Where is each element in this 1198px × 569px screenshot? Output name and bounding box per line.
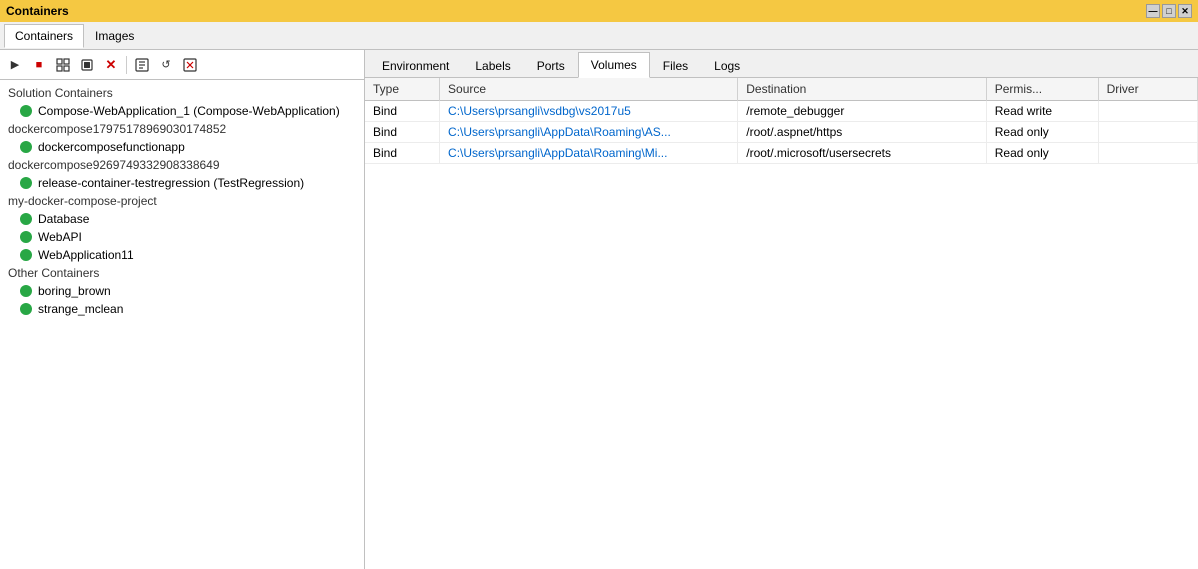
toolbar-sep-1 (126, 56, 127, 74)
tab-ports[interactable]: Ports (524, 52, 578, 78)
status-dot-database (20, 213, 32, 225)
detail-tabs: Environment Labels Ports Volumes Files L… (365, 50, 1198, 78)
cell-destination-2: /root/.microsoft/usersecrets (738, 143, 987, 164)
table-row: BindC:\Users\prsangli\AppData\Roaming\AS… (365, 122, 1198, 143)
table-row: BindC:\Users\prsangli\AppData\Roaming\Mi… (365, 143, 1198, 164)
cell-source-1[interactable]: C:\Users\prsangli\AppData\Roaming\AS... (440, 122, 738, 143)
col-header-type: Type (365, 78, 440, 101)
pull-button[interactable] (131, 54, 153, 76)
tree-item-boring-brown[interactable]: boring_brown (0, 282, 364, 300)
cell-source-0[interactable]: C:\Users\prsangli\vsdbg\vs2017u5 (440, 101, 738, 122)
tab-labels[interactable]: Labels (462, 52, 523, 78)
status-dot-webapi (20, 231, 32, 243)
col-header-destination: Destination (738, 78, 987, 101)
cell-permissions-2: Read only (986, 143, 1098, 164)
title-bar: Containers — □ ✕ (0, 0, 1198, 22)
tree-item-strange-mclean[interactable]: strange_mclean (0, 300, 364, 318)
tree-item-database[interactable]: Database (0, 210, 364, 228)
tab-containers[interactable]: Containers (4, 24, 84, 48)
section-my-docker-compose: my-docker-compose-project (0, 192, 364, 210)
section-other-containers: Other Containers (0, 264, 364, 282)
cell-type-1: Bind (365, 122, 440, 143)
left-toolbar: ▶ ■ ✕ (0, 50, 364, 80)
delete-button[interactable]: ✕ (100, 54, 122, 76)
attach-button[interactable] (76, 54, 98, 76)
minimize-button[interactable]: — (1146, 4, 1160, 18)
tab-environment[interactable]: Environment (369, 52, 462, 78)
col-header-source: Source (440, 78, 738, 101)
left-tree: Solution Containers Compose-WebApplicati… (0, 80, 364, 569)
section-dockercompose2: dockercompose9269749332908338649 (0, 156, 364, 174)
section-dockercompose1: dockercompose17975178969030174852 (0, 120, 364, 138)
status-dot-strange-mclean (20, 303, 32, 315)
cell-destination-1: /root/.aspnet/https (738, 122, 987, 143)
prune-button[interactable] (179, 54, 201, 76)
main-container: Containers Images ▶ ■ (0, 22, 1198, 569)
close-button[interactable]: ✕ (1178, 4, 1192, 18)
content-area: ▶ ■ ✕ (0, 50, 1198, 569)
section-solution-containers: Solution Containers (0, 84, 364, 102)
tree-item-webapplication11[interactable]: WebApplication11 (0, 246, 364, 264)
status-dot-compose-webapplication (20, 105, 32, 117)
cell-type-0: Bind (365, 101, 440, 122)
cell-driver-2 (1098, 143, 1197, 164)
table-header-row: Type Source Destination Permis... Driver (365, 78, 1198, 101)
title-bar-label: Containers (6, 4, 69, 18)
tree-item-release-container[interactable]: release-container-testregression (TestRe… (0, 174, 364, 192)
tree-item-compose-webapplication[interactable]: Compose-WebApplication_1 (Compose-WebApp… (0, 102, 364, 120)
tab-images[interactable]: Images (84, 24, 145, 48)
col-header-driver: Driver (1098, 78, 1197, 101)
title-bar-controls: — □ ✕ (1146, 4, 1192, 18)
tree-item-dockercomposefunctionapp[interactable]: dockercomposefunctionapp (0, 138, 364, 156)
cell-destination-0: /remote_debugger (738, 101, 987, 122)
build-button[interactable] (52, 54, 74, 76)
tab-logs[interactable]: Logs (701, 52, 753, 78)
cell-driver-0 (1098, 101, 1197, 122)
table-row: BindC:\Users\prsangli\vsdbg\vs2017u5/rem… (365, 101, 1198, 122)
status-dot-dockercomposefunctionapp (20, 141, 32, 153)
cell-driver-1 (1098, 122, 1197, 143)
top-tab-bar: Containers Images (0, 22, 1198, 50)
right-panel: Environment Labels Ports Volumes Files L… (365, 50, 1198, 569)
cell-type-2: Bind (365, 143, 440, 164)
tree-item-webapi[interactable]: WebAPI (0, 228, 364, 246)
left-panel: ▶ ■ ✕ (0, 50, 365, 569)
cell-source-2[interactable]: C:\Users\prsangli\AppData\Roaming\Mi... (440, 143, 738, 164)
tab-volumes[interactable]: Volumes (578, 52, 650, 78)
status-dot-boring-brown (20, 285, 32, 297)
refresh-button[interactable]: ↺ (155, 54, 177, 76)
cell-permissions-1: Read only (986, 122, 1098, 143)
status-dot-webapplication11 (20, 249, 32, 261)
col-header-permissions: Permis... (986, 78, 1098, 101)
cell-permissions-0: Read write (986, 101, 1098, 122)
restore-button[interactable]: □ (1162, 4, 1176, 18)
volumes-table-container: Type Source Destination Permis... Driver… (365, 78, 1198, 569)
stop-button[interactable]: ■ (28, 54, 50, 76)
volumes-table: Type Source Destination Permis... Driver… (365, 78, 1198, 164)
tab-files[interactable]: Files (650, 52, 701, 78)
status-dot-release-container (20, 177, 32, 189)
run-button[interactable]: ▶ (4, 54, 26, 76)
